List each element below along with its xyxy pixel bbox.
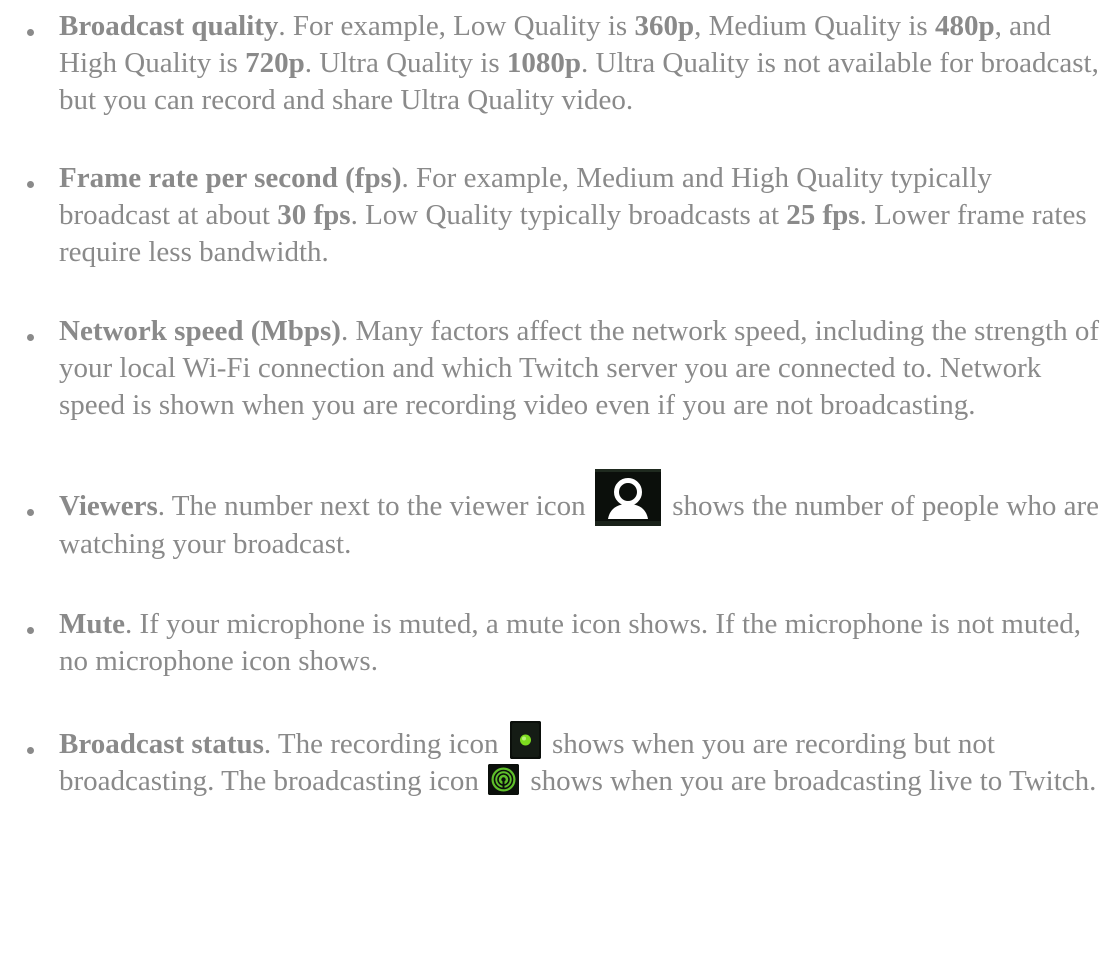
value-medium-quality: 480p [934,10,995,42]
recording-icon [509,721,541,760]
item-text: . Low Quality typically broadcasts at [350,199,787,231]
bullet [27,29,34,36]
item-text: shows when you are broadcasting live to … [523,764,1097,797]
bullet [27,181,34,188]
value-fps-low: 25 fps [786,199,860,231]
bullet [27,334,34,341]
list-item-frame-rate: Frame rate per second (fps). For example… [0,160,1104,271]
value-fps-high: 30 fps [277,199,351,231]
bullet [27,626,34,634]
item-text: . The recording icon [263,727,506,760]
item-title: Broadcast quality [59,10,279,42]
value-high-quality: 720p [245,47,305,79]
value-low-quality: 360p [634,10,695,42]
item-text: , Medium Quality is [694,10,935,42]
item-title: Frame rate per second (fps) [59,162,402,194]
item-text: . If your microphone is muted, a mute ic… [59,607,1082,677]
item-text: . The number next to the viewer icon [157,490,593,522]
feature-list: Broadcast quality. For example, Low Qual… [0,8,1104,800]
list-item-network-speed: Network speed (Mbps). Many factors affec… [0,313,1104,424]
list-item-broadcast-status: Broadcast status. The recording icon sho… [0,721,1104,800]
broadcasting-icon [488,763,520,795]
list-item-viewers: Viewers. The number next to the viewer i… [0,465,1104,563]
item-text: . Ultra Quality is [304,47,507,79]
item-title: Network speed (Mbps) [59,315,341,347]
bullet [27,509,34,516]
value-ultra-quality: 1080p [506,47,582,79]
item-title: Mute [59,607,126,640]
list-item-broadcast-quality: Broadcast quality. For example, Low Qual… [0,8,1104,119]
viewer-icon [594,468,661,526]
bullet [27,746,34,754]
list-item-mute: Mute. If your microphone is muted, a mut… [0,606,1104,680]
item-title: Viewers [59,490,158,522]
item-title: Broadcast status [59,727,264,760]
item-text: . For example, Low Quality is [278,10,635,42]
